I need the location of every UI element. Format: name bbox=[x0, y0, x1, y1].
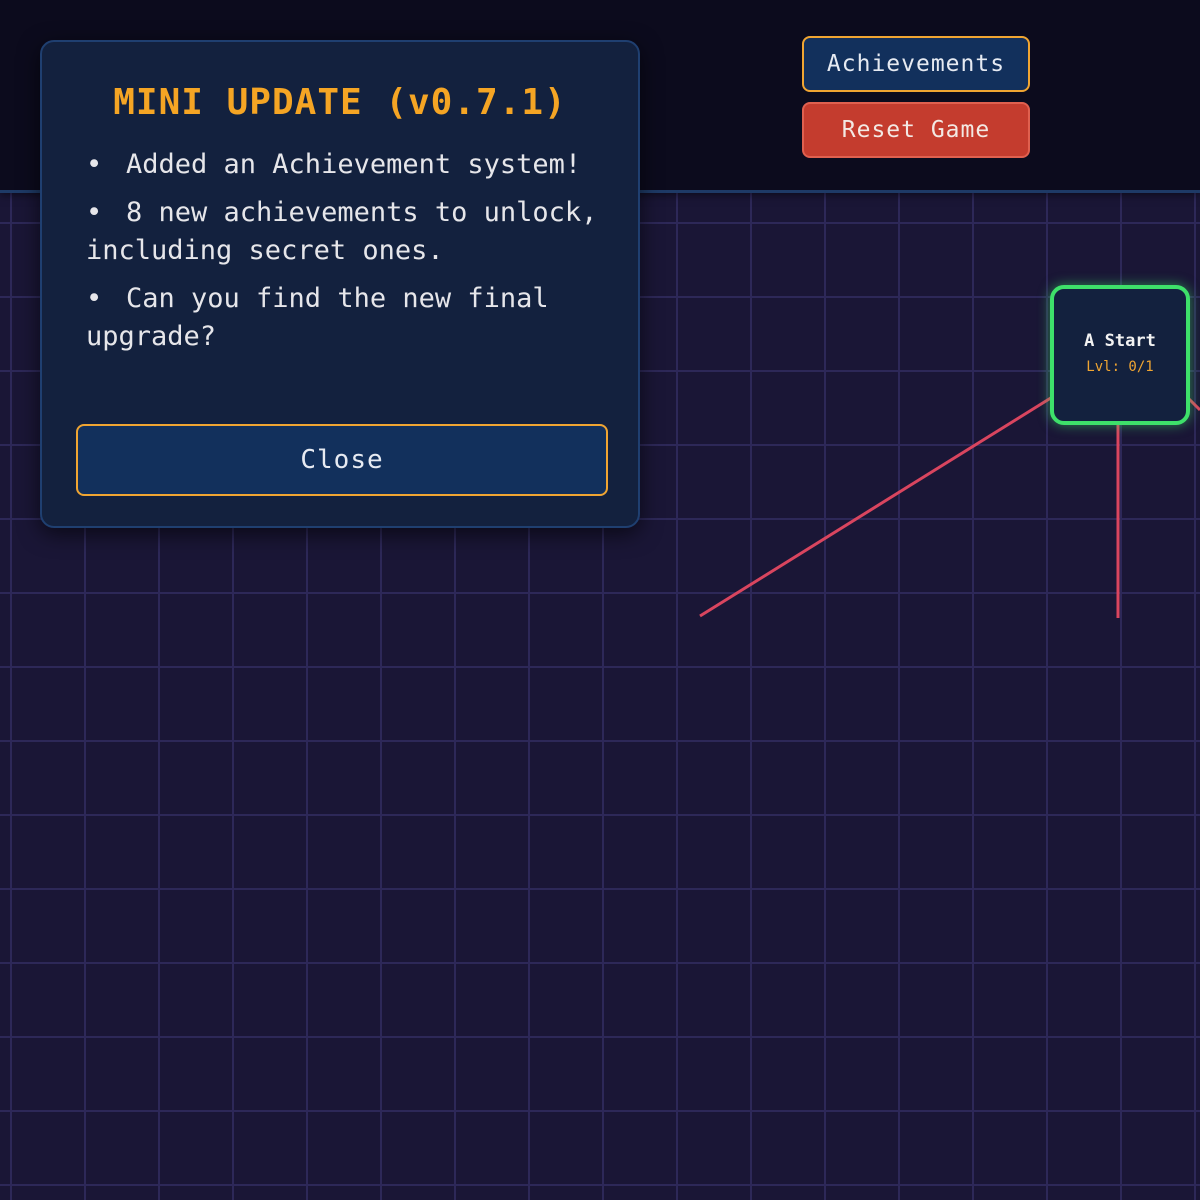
skill-node-name: A Start bbox=[1084, 331, 1156, 351]
game-stage: Achievements Reset Game A Start Lvl: 0/1… bbox=[0, 0, 1200, 1200]
update-modal: MINI UPDATE (v0.7.1) • Added an Achieveme… bbox=[40, 40, 640, 528]
skill-link-to-left bbox=[699, 394, 1055, 618]
update-note: • Added an Achievement system! bbox=[86, 146, 616, 184]
achievements-button[interactable]: Achievements bbox=[802, 36, 1030, 92]
update-note-text: Added an Achievement system! bbox=[126, 149, 582, 180]
update-note: • Can you find the new final upgrade? bbox=[86, 280, 616, 356]
update-notes-list: • Added an Achievement system! • 8 new ach… bbox=[86, 146, 616, 366]
update-modal-title: MINI UPDATE (v0.7.1) bbox=[113, 82, 567, 123]
skill-node-level: Lvl: 0/1 bbox=[1086, 359, 1154, 375]
update-note-text: 8 new achievements to unlock, including … bbox=[86, 197, 598, 266]
close-button[interactable]: Close bbox=[76, 424, 608, 496]
bullet-icon: • bbox=[86, 197, 103, 228]
update-note: • 8 new achievements to unlock, including… bbox=[86, 194, 616, 270]
reset-game-button[interactable]: Reset Game bbox=[802, 102, 1030, 158]
skill-node-start[interactable]: A Start Lvl: 0/1 bbox=[1050, 285, 1190, 425]
bullet-icon: • bbox=[86, 283, 103, 314]
bullet-icon: • bbox=[86, 149, 103, 180]
update-note-text: Can you find the new final upgrade? bbox=[86, 283, 549, 352]
